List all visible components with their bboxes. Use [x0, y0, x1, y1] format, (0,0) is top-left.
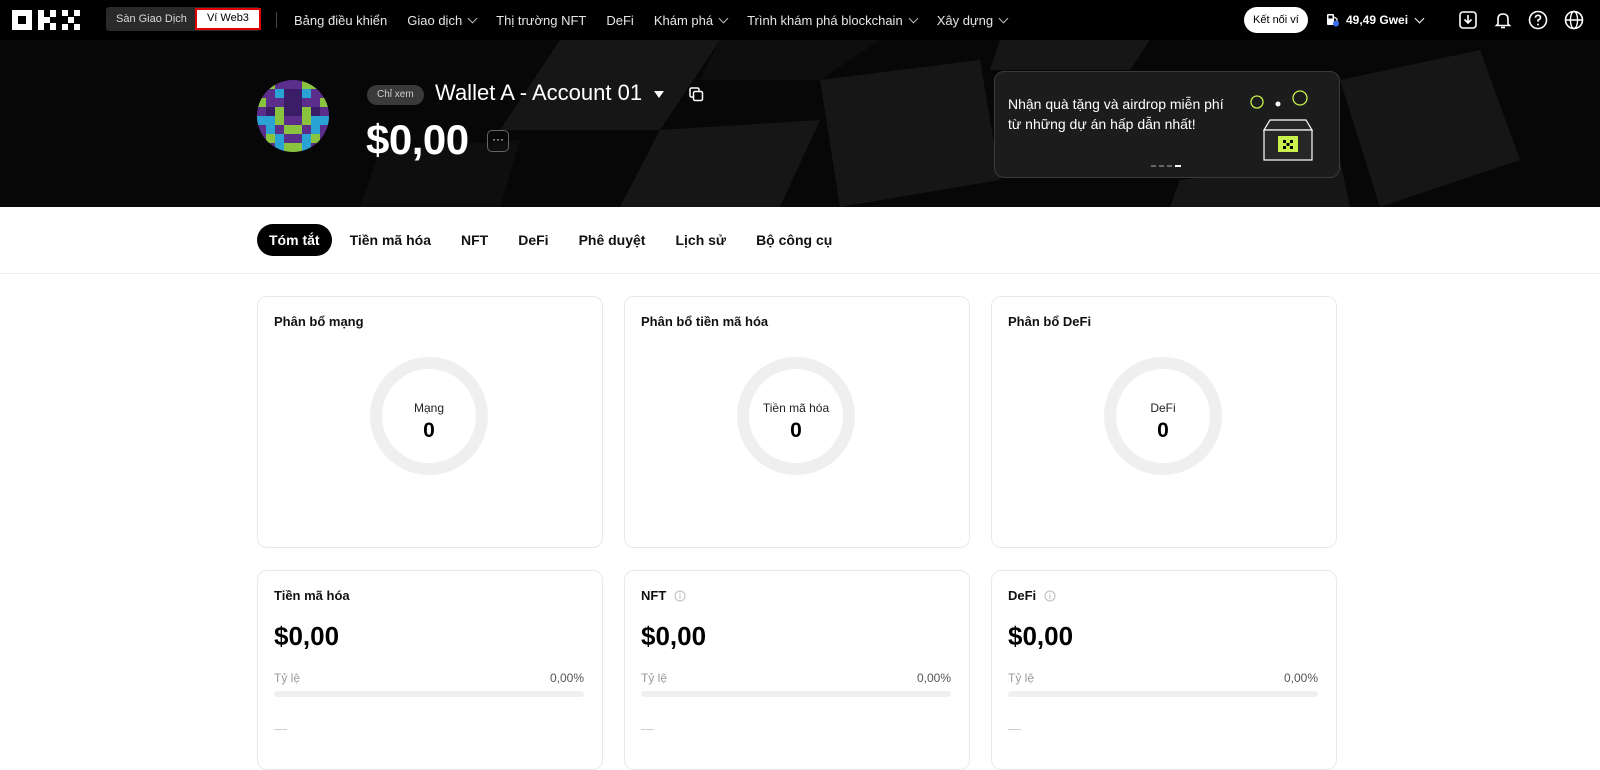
ratio-label: Tỷ lệ	[1008, 671, 1035, 685]
asset-amount: $0,00	[641, 621, 707, 651]
connect-wallet-button[interactable]: Kết nối ví	[1244, 7, 1308, 33]
nav-item[interactable]: Thị trường NFT	[496, 13, 586, 28]
download-icon[interactable]	[1457, 9, 1479, 31]
gas-price-value: 49,49 Gwei	[1346, 13, 1409, 27]
nav-item[interactable]: Bảng điều khiển	[294, 13, 387, 28]
empty-placeholder	[274, 729, 287, 730]
donut-value: 0	[790, 419, 802, 442]
chevron-down-icon	[908, 13, 919, 23]
account-tabs: Tóm tắt Tiền mã hóa NFT DeFi Phê duyệt Lịch s…	[257, 224, 844, 256]
nav-item-label: Thị trường NFT	[496, 12, 587, 28]
info-icon[interactable]	[1044, 590, 1056, 602]
nav-item-label: DeFi	[606, 12, 634, 28]
bell-icon[interactable]	[1492, 9, 1514, 31]
asset-amount: $0,00	[274, 621, 340, 651]
promo-banner[interactable]: Nhận quà tặng và airdrop miễn phí từ nhữ…	[994, 71, 1340, 178]
more-options-button[interactable]: ···	[487, 130, 509, 152]
help-icon[interactable]	[1527, 9, 1549, 31]
donut-label: Tiền mã hóa	[762, 401, 830, 415]
tab[interactable]: Bộ công cụ	[744, 224, 844, 256]
asset-summary-card: NFT $0,00 Tỷ lệ 0,00%	[624, 570, 970, 770]
ratio-progress-bar	[1008, 691, 1318, 697]
tabs-divider	[0, 273, 1600, 274]
tab[interactable]: Lịch sử	[663, 224, 738, 256]
card-title: Tiền mã hóa	[274, 588, 350, 603]
asset-summary-card: DeFi $0,00 Tỷ lệ 0,00%	[991, 570, 1337, 770]
ratio-progress-bar	[274, 691, 584, 697]
exchange-web3-switch: Sàn Giao Dịch Ví Web3	[106, 7, 261, 31]
card-title: Phân bổ DeFi	[1008, 314, 1092, 329]
exchange-toggle[interactable]: Sàn Giao Dịch	[108, 9, 195, 29]
view-only-badge: Chỉ xem	[367, 85, 424, 105]
donut-chart: Mạng 0	[370, 357, 488, 475]
chevron-down-icon	[467, 13, 478, 23]
card-title: Phân bổ tiền mã hóa	[641, 314, 769, 329]
card-title: Phân bổ mạng	[274, 314, 364, 329]
gas-pump-icon	[1327, 14, 1339, 27]
donut-chart: DeFi 0	[1104, 357, 1222, 475]
nav-item-label: Xây dựng	[936, 12, 994, 28]
chevron-down-icon	[998, 13, 1009, 23]
nav-item[interactable]: Trình khám phá blockchain	[747, 12, 919, 28]
donut-chart: Tiền mã hóa 0	[737, 357, 855, 475]
carousel-dot[interactable]	[1151, 165, 1156, 167]
account-header: Chỉ xem Wallet A - Account 01 $0,00 ··· …	[0, 40, 1600, 207]
ratio-value: 0,00%	[1283, 671, 1318, 685]
ratio-label: Tỷ lệ	[274, 671, 301, 685]
checker-background	[360, 40, 1520, 207]
gift-box-icon	[1250, 90, 1314, 161]
card-title: DeFi	[1008, 588, 1056, 603]
okx-logo[interactable]	[12, 10, 84, 30]
info-icon[interactable]	[674, 590, 686, 602]
distribution-card: Phân bổ mạng Mạng 0	[257, 296, 603, 548]
asset-summary-card: Tiền mã hóa $0,00 Tỷ lệ 0,00%	[257, 570, 603, 770]
web3-wallet-toggle[interactable]: Ví Web3	[194, 8, 261, 30]
nav-item[interactable]: Giao dịch	[407, 12, 478, 28]
distribution-card: Phân bổ tiền mã hóa Tiền mã hóa 0	[624, 296, 970, 548]
donut-value: 0	[423, 419, 435, 442]
carousel-dot[interactable]	[1159, 165, 1164, 167]
tab[interactable]: NFT	[449, 224, 500, 256]
donut-value: 0	[1157, 419, 1169, 442]
copy-icon[interactable]	[688, 86, 704, 102]
gas-price-selector[interactable]: 49,49 Gwei	[1325, 0, 1425, 40]
nav-item-label: Trình khám phá blockchain	[747, 12, 903, 28]
empty-placeholder	[1008, 729, 1021, 730]
nav-item[interactable]: Xây dựng	[936, 12, 1009, 28]
asset-amount: $0,00	[1008, 621, 1074, 651]
avatar	[257, 80, 329, 152]
tab[interactable]: DeFi	[506, 224, 560, 256]
nav-item-label: Bảng điều khiển	[294, 12, 388, 28]
ratio-label: Tỷ lệ	[641, 671, 668, 685]
carousel-dot[interactable]	[1167, 165, 1172, 167]
globe-icon[interactable]	[1563, 9, 1585, 31]
total-balance: $0,00	[366, 116, 469, 163]
carousel-dot[interactable]	[1175, 165, 1181, 167]
empty-placeholder	[641, 729, 654, 730]
card-title: NFT	[641, 588, 686, 603]
top-nav: Sàn Giao Dịch Ví Web3 Bảng điều khiển Gia…	[0, 0, 1600, 40]
ratio-progress-bar	[641, 691, 951, 697]
distribution-card: Phân bổ DeFi DeFi 0	[991, 296, 1337, 548]
promo-text: Nhận quà tặng và airdrop miễn phí từ nhữ…	[1008, 96, 1224, 132]
donut-label: Mạng	[413, 401, 445, 415]
tab[interactable]: Tiền mã hóa	[338, 224, 443, 256]
carousel-dots[interactable]	[1151, 165, 1181, 167]
main-menu: Bảng điều khiển Giao dịch Thị trường NFT De…	[294, 0, 1009, 40]
donut-label: DeFi	[1150, 401, 1176, 415]
nav-item[interactable]: DeFi	[606, 13, 633, 28]
tab[interactable]: Phê duyệt	[567, 224, 658, 256]
chevron-down-icon	[718, 13, 729, 23]
caret-down-icon[interactable]	[654, 91, 664, 98]
nav-item-label: Khám phá	[653, 12, 714, 28]
chevron-down-icon	[1414, 13, 1425, 23]
nav-divider	[276, 12, 277, 28]
nav-item[interactable]: Khám phá	[653, 12, 729, 28]
tab[interactable]: Tóm tắt	[257, 224, 332, 256]
ratio-value: 0,00%	[916, 671, 951, 685]
wallet-name[interactable]: Wallet A - Account 01	[435, 80, 642, 106]
nav-item-label: Giao dịch	[407, 12, 463, 28]
ratio-value: 0,00%	[549, 671, 584, 685]
